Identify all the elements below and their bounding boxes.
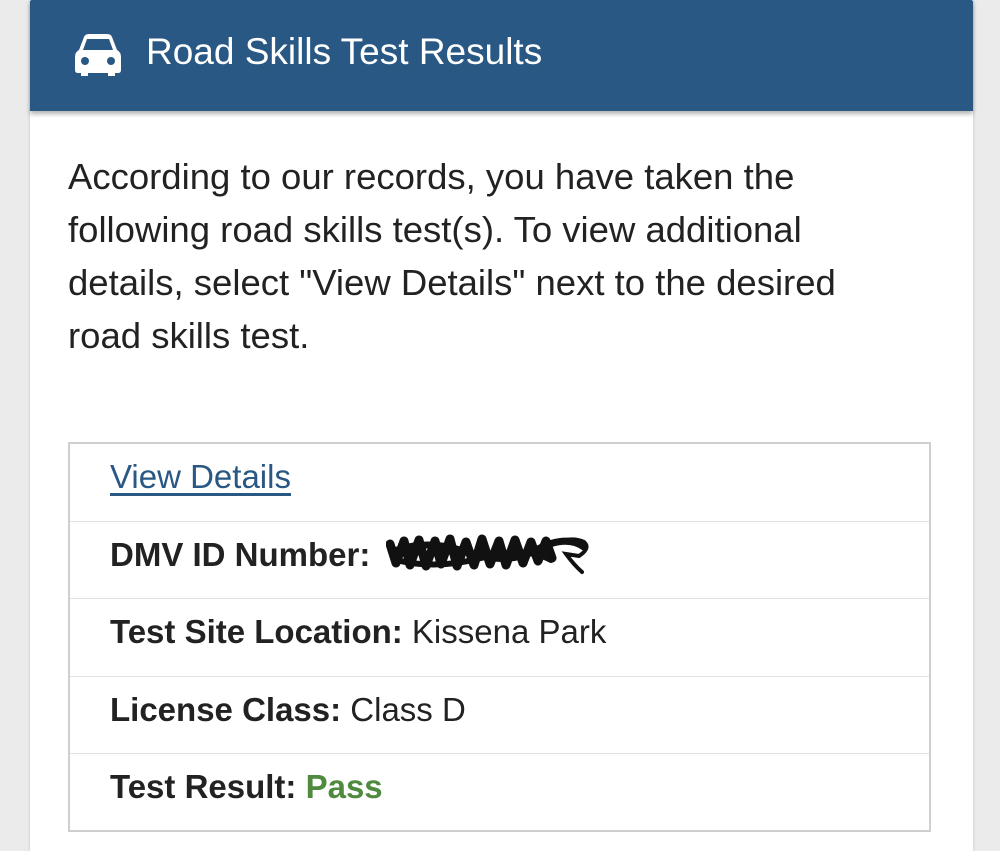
view-details-link[interactable]: View Details	[110, 458, 291, 495]
test-site-row: Test Site Location: Kissena Park	[70, 599, 929, 677]
results-card: Road Skills Test Results According to ou…	[30, 0, 973, 851]
intro-text: According to our records, you have taken…	[68, 156, 836, 356]
license-class-value: Class D	[350, 690, 466, 728]
redacted-scribble	[385, 534, 589, 574]
car-icon	[75, 34, 121, 76]
license-class-label: License Class:	[110, 690, 351, 728]
test-site-label: Test Site Location:	[110, 613, 412, 650]
test-result-row: Test Result: Pass	[70, 754, 929, 832]
dmv-id-label: DMV ID Number:	[110, 535, 380, 573]
view-details-row: View Details	[70, 444, 929, 522]
license-class-row: License Class: Class D	[70, 677, 929, 754]
test-result-value: Pass	[305, 768, 383, 805]
page-title: Road Skills Test Results	[146, 31, 543, 72]
test-site-value: Kissena Park	[411, 613, 607, 650]
test-record-table: View Details DMV ID Number: Test Site Lo…	[68, 442, 931, 832]
card-header: Road Skills Test Results	[30, 0, 973, 111]
test-result-label: Test Result:	[110, 768, 306, 805]
dmv-id-row: DMV ID Number:	[70, 522, 929, 599]
